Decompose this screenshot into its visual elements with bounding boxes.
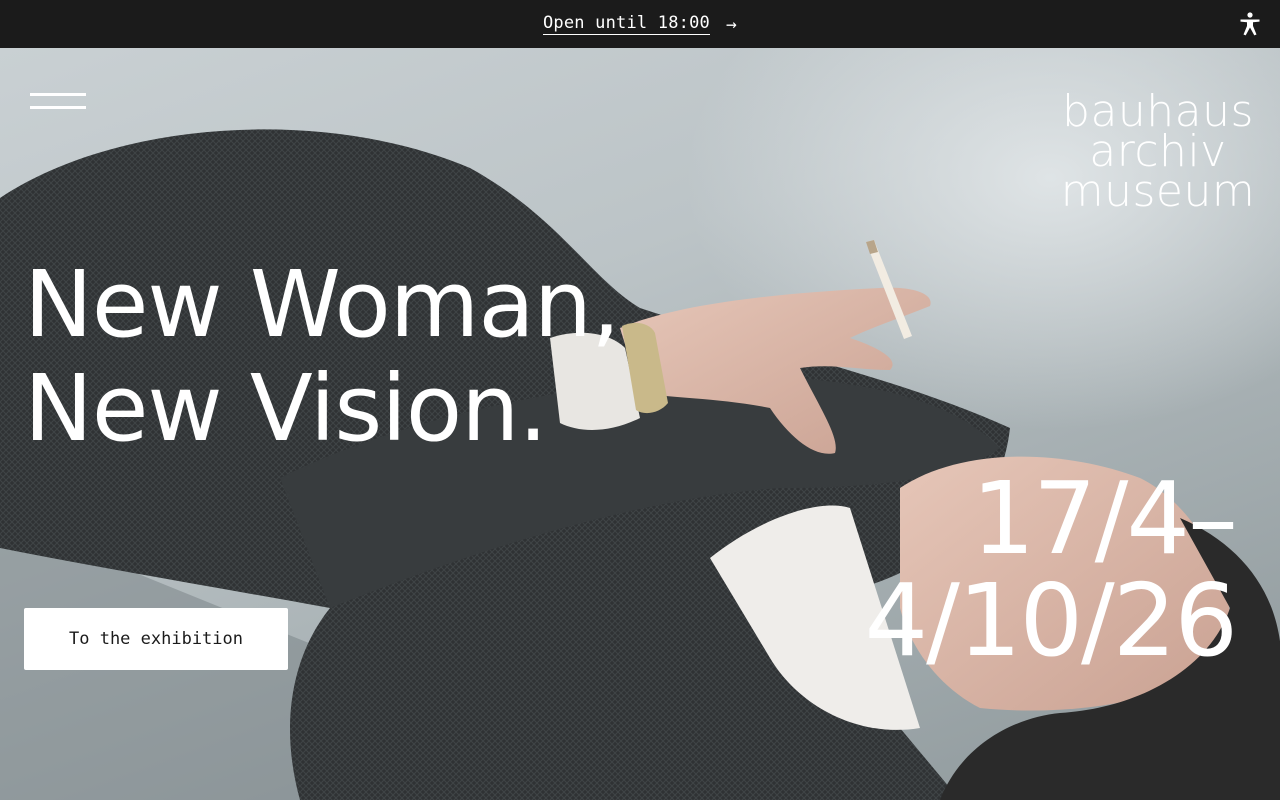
exhibition-title-line: New Woman,: [24, 251, 620, 358]
opening-hours-link[interactable]: Open until 18:00 →: [542, 13, 737, 35]
top-notice-bar: Open until 18:00 →: [0, 0, 1280, 48]
hero-section: bauhaus archiv museum New Woman, New Vis…: [0, 48, 1280, 800]
exhibition-title-line: New Vision.: [24, 355, 548, 462]
to-exhibition-button[interactable]: To the exhibition: [24, 608, 288, 670]
exhibition-date-line: 4/10/26: [864, 562, 1238, 679]
exhibition-date-line: 17/4–: [971, 460, 1238, 577]
accessibility-icon[interactable]: [1236, 10, 1264, 38]
arrow-right-icon: →: [725, 13, 737, 35]
menu-button[interactable]: [30, 93, 86, 115]
exhibition-dates: 17/4– 4/10/26: [864, 460, 1238, 679]
bauhaus-archiv-logo[interactable]: bauhaus archiv museum: [1060, 90, 1256, 217]
opening-hours-text: Open until 18:00: [542, 13, 710, 35]
exhibition-title: New Woman, New Vision.: [24, 251, 620, 462]
hamburger-menu-icon: [30, 93, 86, 96]
logo-line: museum: [1060, 166, 1256, 217]
